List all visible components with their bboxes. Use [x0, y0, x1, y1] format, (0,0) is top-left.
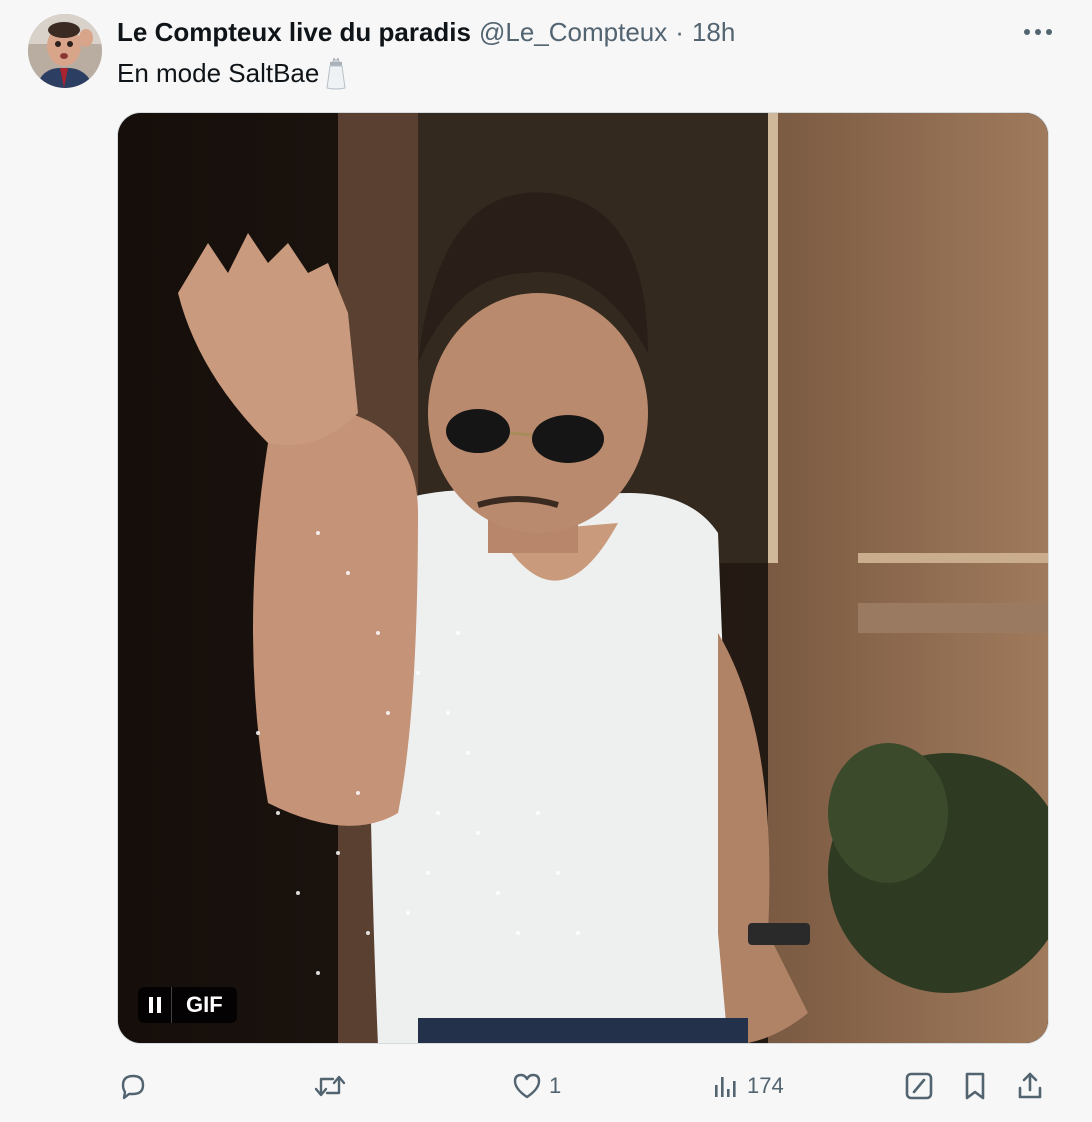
bookmark-icon	[965, 1072, 985, 1100]
tweet-action-bar: 1 174	[117, 1066, 1057, 1106]
author-display-name[interactable]: Le Compteux live du paradis	[117, 16, 471, 48]
author-handle[interactable]: @Le_Compteux	[479, 16, 667, 48]
tweet-timestamp[interactable]: 18h	[692, 16, 735, 48]
share-icon	[1018, 1072, 1042, 1099]
tweet-text-content: En mode SaltBae	[117, 58, 320, 88]
gif-controls: GIF	[138, 987, 237, 1023]
tweet-text: En mode SaltBae	[117, 56, 347, 90]
pause-button[interactable]	[138, 987, 172, 1023]
author-avatar[interactable]	[28, 14, 102, 88]
like-button[interactable]: 1	[511, 1066, 561, 1106]
gif-badge: GIF	[186, 992, 223, 1017]
views-chart-icon	[715, 1077, 736, 1097]
gif-media[interactable]: GIF	[117, 112, 1049, 1044]
tweet-header: Le Compteux live du paradis @Le_Compteux…	[117, 16, 735, 48]
like-count: 1	[549, 1073, 562, 1098]
gif-frame-image	[118, 113, 1048, 1043]
share-button[interactable]	[1015, 1066, 1045, 1106]
reply-icon	[121, 1074, 145, 1100]
grok-icon	[905, 1072, 933, 1100]
bookmark-button[interactable]	[961, 1066, 989, 1106]
avatar-image	[28, 14, 102, 88]
views-button[interactable]: 174	[711, 1066, 784, 1106]
views-count: 174	[747, 1073, 784, 1098]
heart-icon	[513, 1073, 541, 1099]
reply-button[interactable]	[117, 1066, 155, 1106]
pause-icon	[148, 997, 161, 1013]
grok-button[interactable]	[903, 1066, 935, 1106]
retweet-icon	[314, 1075, 346, 1097]
header-separator: ·	[675, 17, 684, 47]
more-options-button[interactable]	[1018, 20, 1058, 44]
more-dots-icon	[1024, 29, 1052, 35]
retweet-button[interactable]	[313, 1066, 353, 1106]
salt-shaker-icon	[326, 58, 346, 90]
